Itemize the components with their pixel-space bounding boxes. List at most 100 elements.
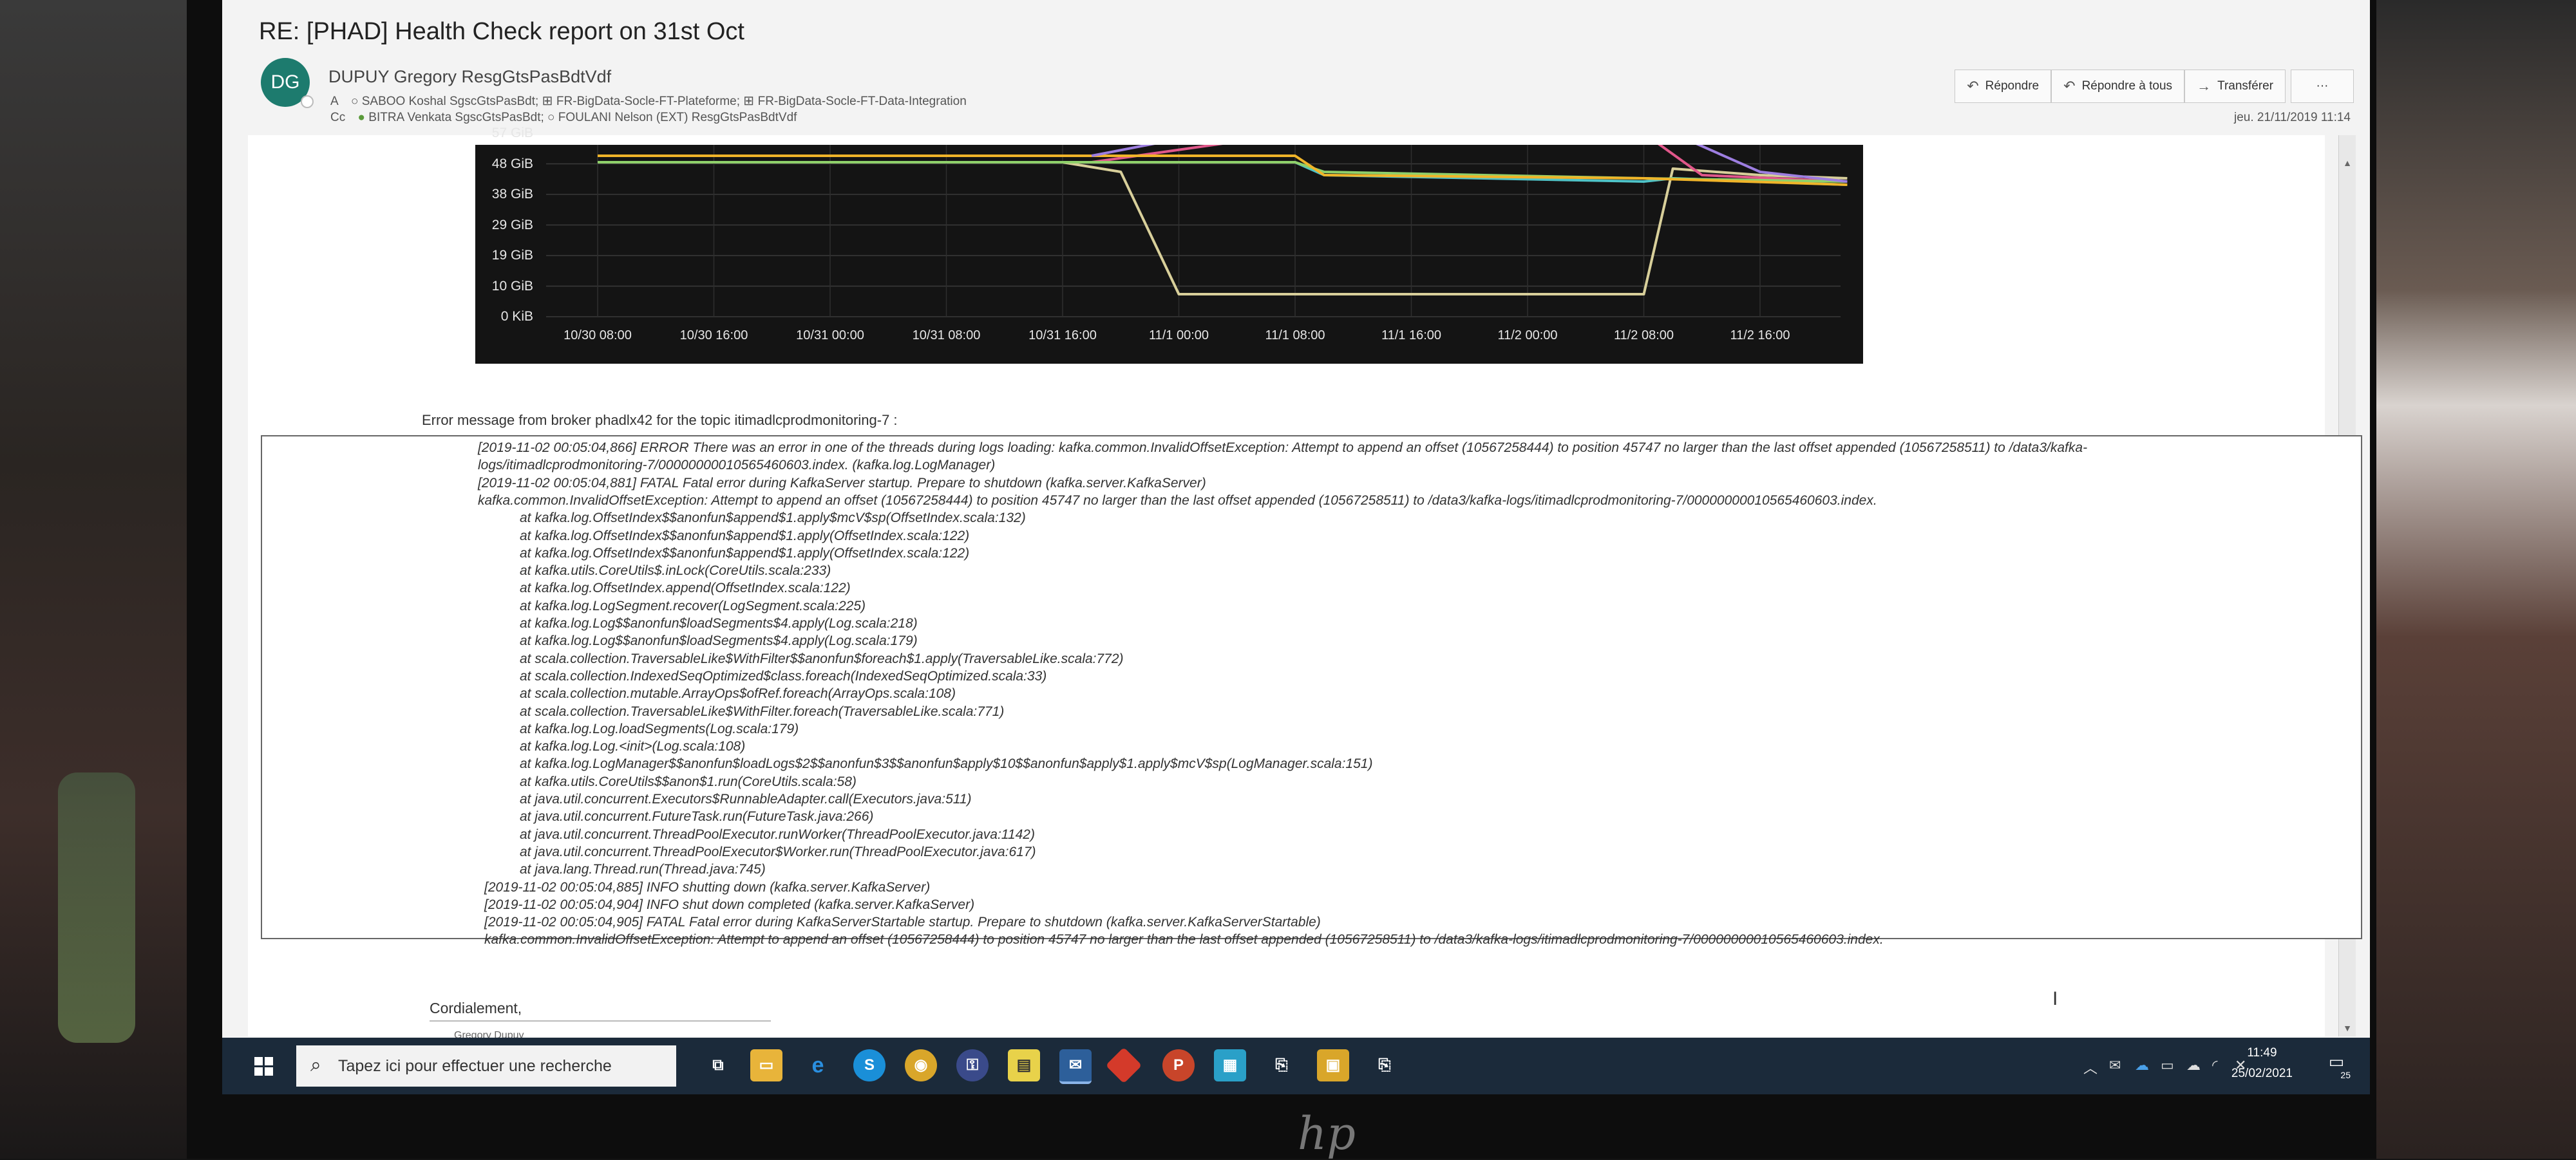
folder-app-icon[interactable]: ▣ — [1317, 1049, 1349, 1081]
log-line: at kafka.log.Log$$anonfun$loadSegments$4… — [520, 633, 918, 649]
log-line: at java.lang.Thread.run(Thread.java:745) — [520, 862, 766, 877]
recipient[interactable]: BITRA Venkata SgscGtsPasBdt; — [368, 111, 544, 124]
log-line: at scala.collection.mutable.ArrayOps$ofR… — [520, 686, 956, 702]
x-tick-label: 10/31 00:00 — [796, 328, 864, 342]
x-tick-label: 11/2 00:00 — [1497, 328, 1558, 342]
task-view-icon[interactable]: ⧉ — [702, 1049, 734, 1081]
log-line: at kafka.log.LogManager$$anonfun$loadLog… — [520, 756, 1373, 772]
recipient-group[interactable]: FR-BigData-Socle-FT-Data-Integration — [758, 95, 967, 108]
log-line: at kafka.log.OffsetIndex$$anonfun$append… — [520, 528, 970, 543]
remote-desktop-icon[interactable]: ⎘ — [1265, 1049, 1298, 1081]
group-expand-icon[interactable]: ⊞ — [542, 94, 556, 108]
clock-date: 25/02/2021 — [2231, 1067, 2293, 1080]
group-expand-icon[interactable]: ⊞ — [743, 94, 757, 108]
reply-button[interactable]: ↶ Répondre — [1955, 70, 2052, 103]
outlook-icon[interactable]: ✉ — [1059, 1049, 1092, 1084]
x-tick-label: 11/2 08:00 — [1613, 328, 1674, 342]
powerpoint-icon[interactable]: P — [1162, 1049, 1195, 1081]
x-tick-label: 10/30 16:00 — [679, 328, 748, 342]
forward-icon: → — [2197, 78, 2211, 94]
scroll-up-icon[interactable]: ▲ — [2339, 154, 2356, 171]
notifications-icon[interactable]: ▭ 25 — [2322, 1052, 2351, 1080]
to-recipients-row: A ○ SABOO Koshal SgscGtsPasBdt; ⊞ FR-Big… — [330, 93, 967, 109]
more-actions-button[interactable]: ··· — [2291, 70, 2354, 103]
log-line: at kafka.utils.CoreUtils$$anon$1.run(Cor… — [520, 774, 857, 789]
scroll-down-icon[interactable]: ▼ — [2339, 1020, 2356, 1036]
log-line: at java.util.concurrent.Executors$Runnab… — [520, 792, 972, 807]
x-tick-label: 10/31 08:00 — [912, 328, 981, 342]
recipient[interactable]: SABOO Koshal SgscGtsPasBdt; — [362, 95, 539, 108]
git-icon[interactable] — [1105, 1047, 1142, 1084]
reply-all-icon: ↶ — [2063, 78, 2076, 94]
clock-time: 11:49 — [2247, 1046, 2277, 1060]
notification-glyph: ▭ — [2328, 1052, 2345, 1071]
log-line: at java.util.concurrent.ThreadPoolExecut… — [520, 844, 1036, 859]
series-line — [598, 161, 1848, 295]
email-subject: RE: [PHAD] Health Check report on 31st O… — [259, 18, 744, 45]
network-drive-icon[interactable]: ⎘ — [1368, 1049, 1401, 1081]
closing-text: Cordialement, — [430, 1000, 522, 1016]
log-line: logs/itimadlcprodmonitoring-7/0000000001… — [478, 458, 996, 473]
y-tick-label: 10 GiB — [491, 278, 533, 294]
file-explorer-icon[interactable]: ▭ — [750, 1049, 782, 1081]
reply-all-button[interactable]: ↶ Répondre à tous — [2051, 70, 2185, 103]
taskbar-clock[interactable]: 11:49 25/02/2021 — [2231, 1043, 2293, 1084]
windows-start-icon[interactable] — [254, 1057, 274, 1076]
received-date: jeu. 21/11/2019 11:14 — [2233, 111, 2351, 124]
error-log-box: [2019-11-02 00:05:04,866] ERROR There wa… — [261, 435, 2362, 947]
y-tick-label: 57 GiB — [491, 126, 533, 140]
keepass-icon[interactable]: ⚿ — [956, 1049, 989, 1081]
error-message-title: Error message from broker phadlx42 for t… — [422, 412, 898, 428]
forward-button[interactable]: → Transférer — [2184, 70, 2286, 103]
presence-online-icon: ● — [357, 111, 369, 124]
battery-icon[interactable]: ▭ — [2161, 1057, 2174, 1074]
show-hidden-icons-icon[interactable]: ︿ — [2083, 1057, 2098, 1078]
hp-logo: hp — [1298, 1107, 1356, 1160]
log-line: [2019-11-02 00:05:04,866] ERROR There wa… — [478, 440, 2088, 455]
x-tick-label: 10/31 16:00 — [1028, 328, 1097, 342]
x-tick-label: 11/2 16:00 — [1730, 328, 1790, 342]
log-line: at kafka.log.OffsetIndex.append(OffsetIn… — [520, 581, 851, 596]
disk-usage-chart: 57 GiB 48 GiB 38 GiB 29 GiB 19 GiB 10 GiB 0 Ki… — [475, 126, 1863, 364]
forward-label: Transférer — [2217, 79, 2273, 93]
search-placeholder: Tapez ici pour effectuer une recherche — [338, 1057, 612, 1075]
reply-icon: ↶ — [1967, 78, 1979, 94]
y-tick-label: 38 GiB — [491, 187, 533, 201]
presence-icon: ○ — [547, 111, 558, 124]
sender-name[interactable]: DUPUY Gregory ResgGtsPasBdtVdf — [328, 67, 611, 87]
log-line: kafka.common.InvalidOffsetException: Att… — [484, 932, 1884, 948]
log-line: at kafka.log.OffsetIndex$$anonfun$append… — [520, 545, 970, 561]
reply-label: Répondre — [1985, 79, 2040, 93]
text-cursor-icon: I — [2052, 988, 2058, 1009]
cc-recipients-row: Cc ● BITRA Venkata SgscGtsPasBdt; ○ FOUL… — [330, 111, 797, 125]
log-line: [2019-11-02 00:05:04,904] INFO shut down… — [484, 897, 975, 912]
log-line: at kafka.utils.CoreUtils$.inLock(CoreUti… — [520, 563, 831, 579]
app-icon[interactable]: ▦ — [1214, 1049, 1246, 1081]
series-line — [598, 161, 1848, 186]
log-line: [2019-11-02 00:05:04,885] INFO shutting … — [484, 879, 931, 895]
x-tick-label: 10/30 08:00 — [564, 328, 632, 342]
internet-explorer-icon[interactable]: e — [802, 1049, 834, 1081]
presence-icon: ○ — [350, 95, 362, 108]
taskbar-search-input[interactable]: ⌕ Tapez ici pour effectuer une recherche — [296, 1045, 676, 1087]
y-tick-label: 19 GiB — [491, 248, 533, 263]
log-line: at kafka.log.Log.<init>(Log.scala:108) — [520, 739, 746, 754]
reply-all-label: Répondre à tous — [2081, 79, 2173, 93]
cc-label: Cc — [330, 111, 346, 124]
wifi-icon[interactable]: ◜ — [2212, 1057, 2218, 1074]
log-line: at scala.collection.TraversableLike$With… — [520, 651, 1124, 666]
recipient-group[interactable]: FR-BigData-Socle-FT-Plateforme; — [556, 95, 740, 108]
y-tick-label: 48 GiB — [491, 156, 533, 171]
log-line: at kafka.log.OffsetIndex$$anonfun$append… — [520, 510, 1026, 526]
skype-icon[interactable]: S — [853, 1049, 886, 1081]
recipient[interactable]: FOULANI Nelson (EXT) ResgGtsPasBdtVdf — [558, 111, 797, 124]
chrome-icon[interactable]: ◉ — [905, 1049, 937, 1081]
onedrive-business-icon[interactable]: ☁ — [2186, 1057, 2201, 1074]
log-line: at kafka.log.Log.loadSegments(Log.scala:… — [520, 721, 799, 736]
onedrive-icon[interactable]: ☁ — [2135, 1057, 2149, 1074]
windows-taskbar: ⌕ Tapez ici pour effectuer une recherche… — [222, 1038, 2370, 1094]
sticky-notes-icon[interactable]: ▤ — [1008, 1049, 1040, 1081]
mail-tray-icon[interactable]: ✉ — [2109, 1057, 2121, 1074]
log-line: [2019-11-02 00:05:04,905] FATAL Fatal er… — [484, 915, 1321, 930]
search-icon: ⌕ — [310, 1054, 321, 1076]
